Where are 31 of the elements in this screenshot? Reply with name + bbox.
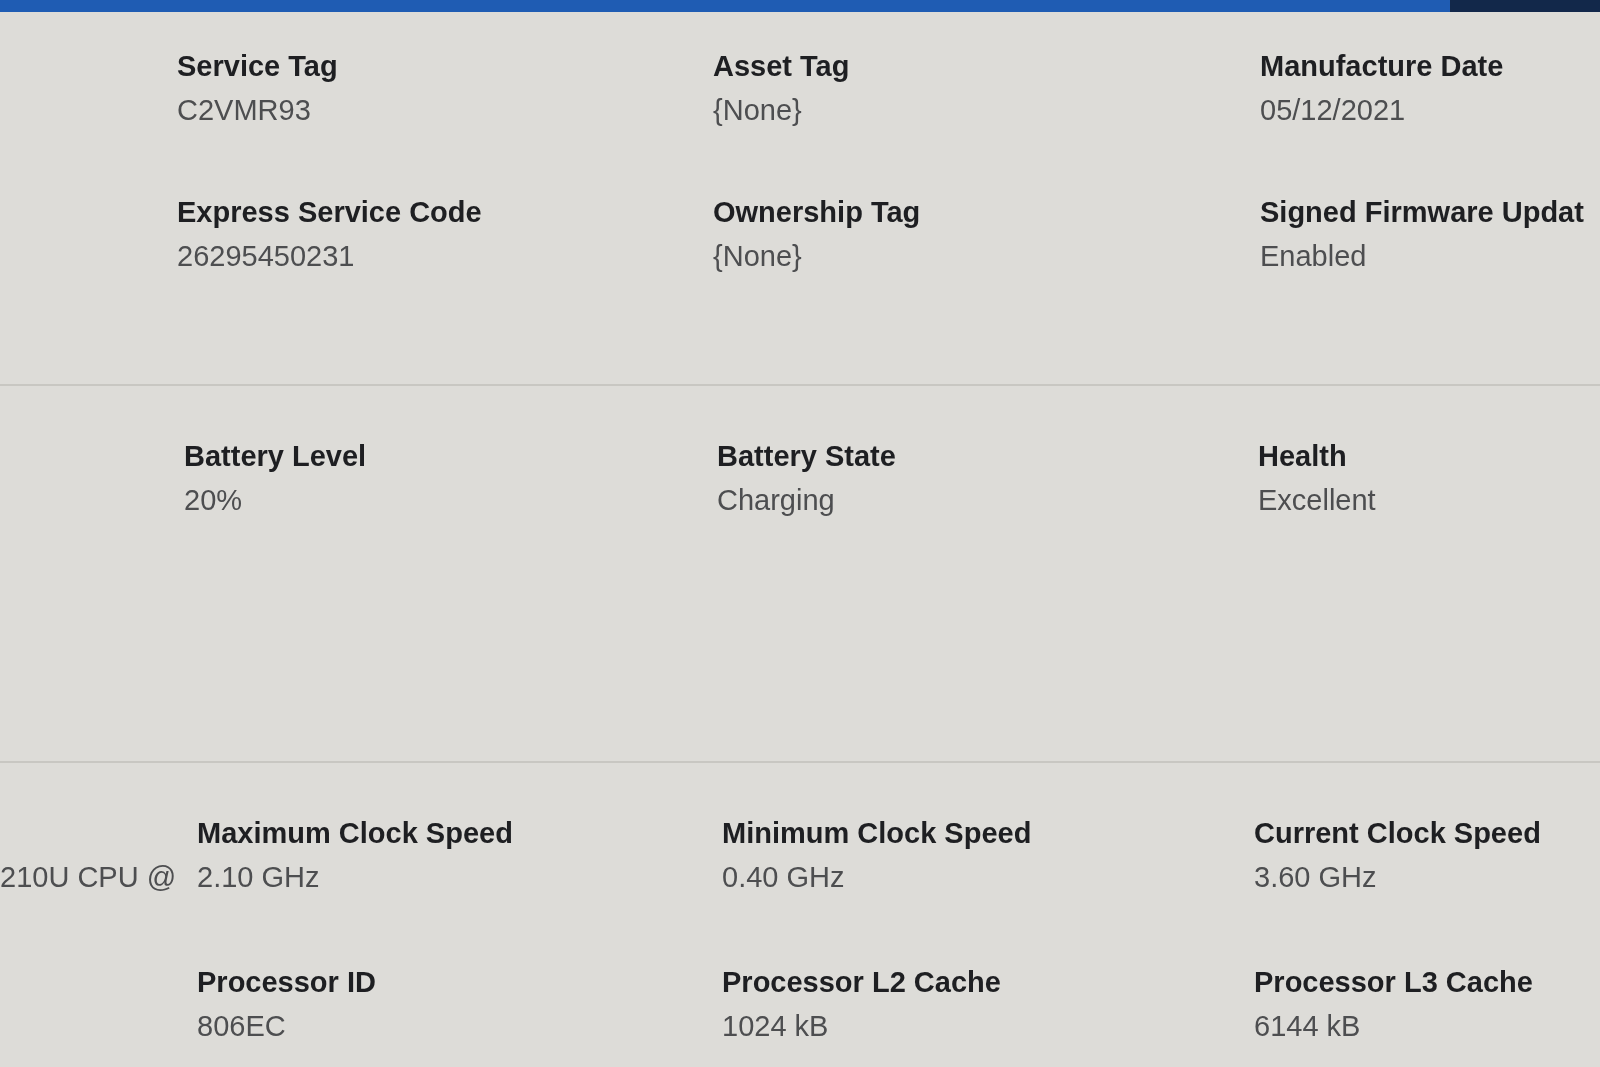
field-label: Processor ID: [197, 965, 376, 999]
field-label: Manufacture Date: [1260, 49, 1504, 83]
field-label: Asset Tag: [713, 49, 850, 83]
field-value: Charging: [717, 483, 835, 517]
field-value: 0.40 GHz: [722, 860, 845, 894]
field-value: 20%: [184, 483, 243, 517]
field-value: {None}: [713, 239, 802, 273]
field-label: Current Clock Speed: [1254, 816, 1541, 850]
field-label: Processor L2 Cache: [722, 965, 1001, 999]
field-value: 806EC: [197, 1009, 286, 1043]
field-label: Health: [1258, 439, 1347, 473]
cut-off-text: 210U CPU @: [0, 860, 177, 894]
field-label: Ownership Tag: [713, 195, 921, 229]
field-value: 2.10 GHz: [197, 860, 320, 894]
field-value: {None}: [713, 93, 802, 127]
field-label: Service Tag: [177, 49, 338, 83]
field-value: 26295450231: [177, 239, 355, 273]
field-label: Maximum Clock Speed: [197, 816, 513, 850]
field-value: 1024 kB: [722, 1009, 829, 1043]
field-value: 6144 kB: [1254, 1009, 1361, 1043]
field-value: 05/12/2021: [1260, 93, 1406, 127]
field-label: Signed Firmware Updat: [1260, 195, 1584, 229]
field-label: Express Service Code: [177, 195, 482, 229]
field-value: Excellent: [1258, 483, 1376, 517]
field-label: Processor L3 Cache: [1254, 965, 1533, 999]
field-label: Battery State: [717, 439, 896, 473]
field-value: 3.60 GHz: [1254, 860, 1377, 894]
field-label: Minimum Clock Speed: [722, 816, 1032, 850]
field-value: Enabled: [1260, 239, 1367, 273]
field-value: C2VMR93: [177, 93, 311, 127]
field-label: Battery Level: [184, 439, 367, 473]
